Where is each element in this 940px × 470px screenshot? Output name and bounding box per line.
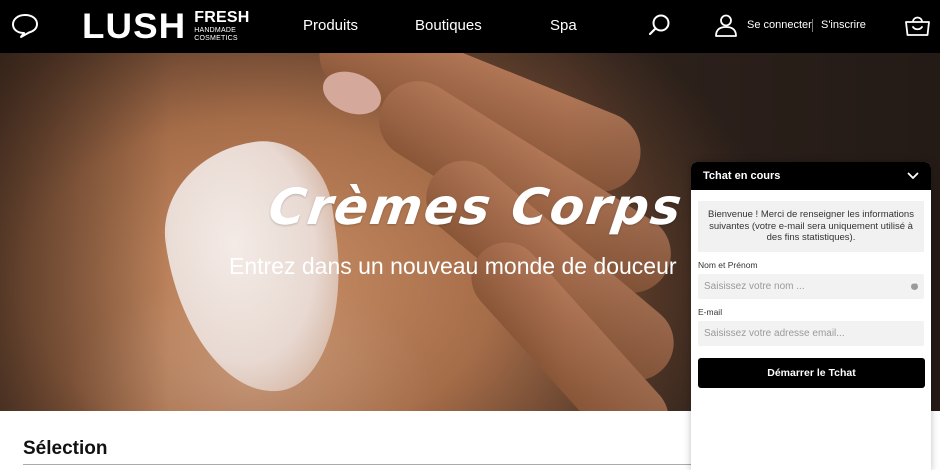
chat-welcome-message: Bienvenue ! Merci de renseigner les info… [698,201,924,252]
signup-link[interactable]: S'inscrire [821,19,866,31]
user-icon[interactable] [714,13,738,37]
logo-cosmetics: COSMETICS [194,35,238,42]
email-input[interactable] [698,320,924,346]
logo-wordmark: LUSH [82,6,187,46]
search-icon[interactable] [648,13,672,37]
email-field-label: E-mail [698,306,723,317]
hero-subtitle: Entrez dans un nouveau monde de douceur [229,253,677,279]
chat-panel-title: Tchat en cours [703,170,781,182]
name-input[interactable] [698,273,924,299]
name-field-wrapper [698,273,924,299]
nav-spa[interactable]: Spa [550,17,577,34]
chevron-down-icon[interactable] [907,170,919,182]
login-link[interactable]: Se connecter [747,19,812,31]
name-field-label: Nom et Prénom [698,259,758,270]
header-separator [812,19,813,32]
lush-logo[interactable]: LUSH FRESH HANDMADE COSMETICS [82,8,250,44]
shopping-bag-icon[interactable] [904,13,931,37]
chat-bubble-icon[interactable] [11,13,39,39]
email-field-wrapper [698,320,924,346]
logo-fresh: FRESH [194,9,250,26]
section-title: Sélection [23,438,108,459]
nav-produits[interactable]: Produits [303,17,358,34]
page: LUSH FRESH HANDMADE COSMETICS Produits B… [0,0,940,470]
logo-handmade: HANDMADE [194,27,236,34]
logo-tagline: FRESH HANDMADE COSMETICS [194,9,250,43]
clear-icon[interactable] [911,280,918,290]
chat-panel: Tchat en cours Bienvenue ! Merci de rens… [691,162,931,470]
site-header: LUSH FRESH HANDMADE COSMETICS Produits B… [0,0,940,53]
section-divider [23,464,723,465]
start-chat-button[interactable]: Démarrer le Tchat [698,357,925,388]
nav-boutiques[interactable]: Boutiques [415,17,482,34]
chat-panel-header[interactable]: Tchat en cours [691,162,931,190]
